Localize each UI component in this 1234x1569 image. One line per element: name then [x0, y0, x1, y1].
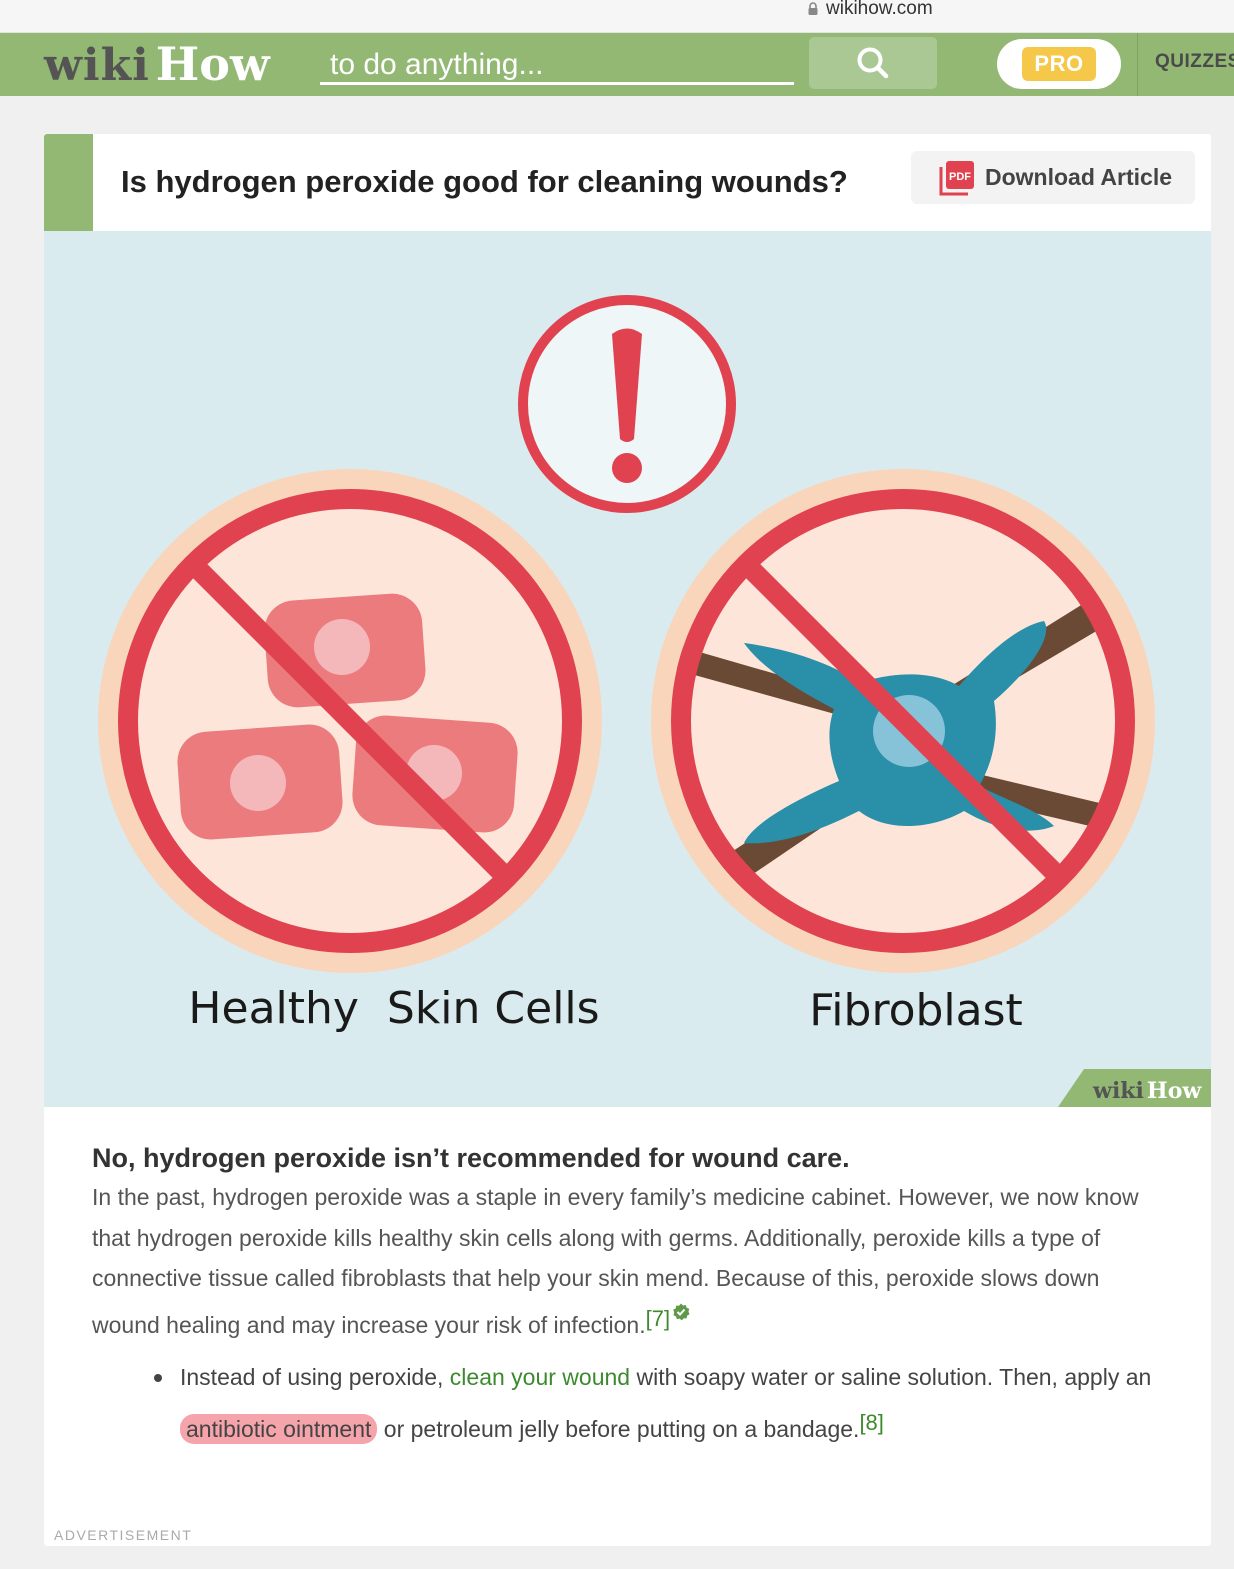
- verified-check-icon: [673, 1303, 690, 1320]
- search-input[interactable]: [320, 47, 794, 85]
- article-card: Is hydrogen peroxide good for cleaning w…: [44, 134, 1211, 1546]
- pro-button[interactable]: PRO: [997, 39, 1121, 89]
- header-divider: [1137, 33, 1138, 96]
- pdf-icon: PDF: [939, 160, 974, 195]
- skin-cells-icon: [98, 469, 602, 973]
- list-item: Instead of using peroxide, clean your wo…: [154, 1354, 1172, 1452]
- watermark-how: How: [1147, 1078, 1202, 1104]
- question-title: Is hydrogen peroxide good for cleaning w…: [121, 164, 848, 199]
- bullet-text-part1: Instead of using peroxide,: [180, 1364, 450, 1390]
- wikihow-watermark: wiki How: [1058, 1069, 1211, 1107]
- quizzes-link[interactable]: QUIZZES: [1155, 51, 1234, 73]
- pdf-icon-text: PDF: [949, 171, 971, 183]
- logo-how-text: How: [155, 37, 270, 91]
- search-icon: [857, 47, 889, 79]
- skin-cells-caption: Healthy Skin Cells: [188, 983, 599, 1034]
- advertisement-label: ADVERTISEMENT: [54, 1527, 193, 1543]
- site-header: wikiHow PRO QUIZZES: [0, 33, 1234, 96]
- fibroblast-caption: Fibroblast: [809, 985, 1023, 1036]
- watermark-wiki: wiki: [1092, 1078, 1144, 1104]
- tip-list: Instead of using peroxide, clean your wo…: [92, 1354, 1172, 1452]
- logo-wiki-text: wiki: [44, 40, 150, 91]
- question-header: Is hydrogen peroxide good for cleaning w…: [44, 134, 1211, 231]
- title-accent-bar: [44, 134, 93, 231]
- wikihow-logo[interactable]: wiki How: [44, 38, 270, 101]
- article-illustration: Healthy Skin Cells Fibroblast wiki How: [44, 231, 1211, 1107]
- fibroblast-icon: [651, 469, 1155, 973]
- download-article-button[interactable]: PDF Download Article: [911, 151, 1195, 204]
- bullet-text-part2: with soapy water or saline solution. The…: [630, 1364, 1152, 1390]
- answer-section: No, hydrogen peroxide isn’t recommended …: [92, 1139, 1172, 1452]
- search-button[interactable]: [809, 37, 937, 89]
- citation-7[interactable]: [7]: [646, 1306, 670, 1331]
- answer-body-text: In the past, hydrogen peroxide was a sta…: [92, 1184, 1139, 1338]
- answer-paragraph: In the past, hydrogen peroxide was a sta…: [92, 1177, 1172, 1345]
- clean-your-wound-link[interactable]: clean your wound: [450, 1364, 630, 1390]
- antibiotic-ointment-highlight: antibiotic ointment: [180, 1414, 378, 1444]
- bullet-text-part3: or petroleum jelly before putting on a b…: [377, 1416, 860, 1442]
- answer-heading: No, hydrogen peroxide isn’t recommended …: [92, 1143, 850, 1173]
- illustration-svg: Healthy Skin Cells Fibroblast wiki How: [98, 295, 1211, 1107]
- warning-icon: [518, 295, 736, 513]
- browser-url: wikihow.com: [826, 0, 933, 19]
- pro-badge: PRO: [1022, 47, 1096, 81]
- lock-icon: [808, 2, 818, 15]
- download-article-label: Download Article: [985, 164, 1172, 190]
- svg-text:wikiHow: wiki How: [1092, 1078, 1202, 1104]
- citation-8[interactable]: [8]: [859, 1410, 883, 1435]
- browser-url-bar[interactable]: wikihow.com: [0, 0, 1234, 33]
